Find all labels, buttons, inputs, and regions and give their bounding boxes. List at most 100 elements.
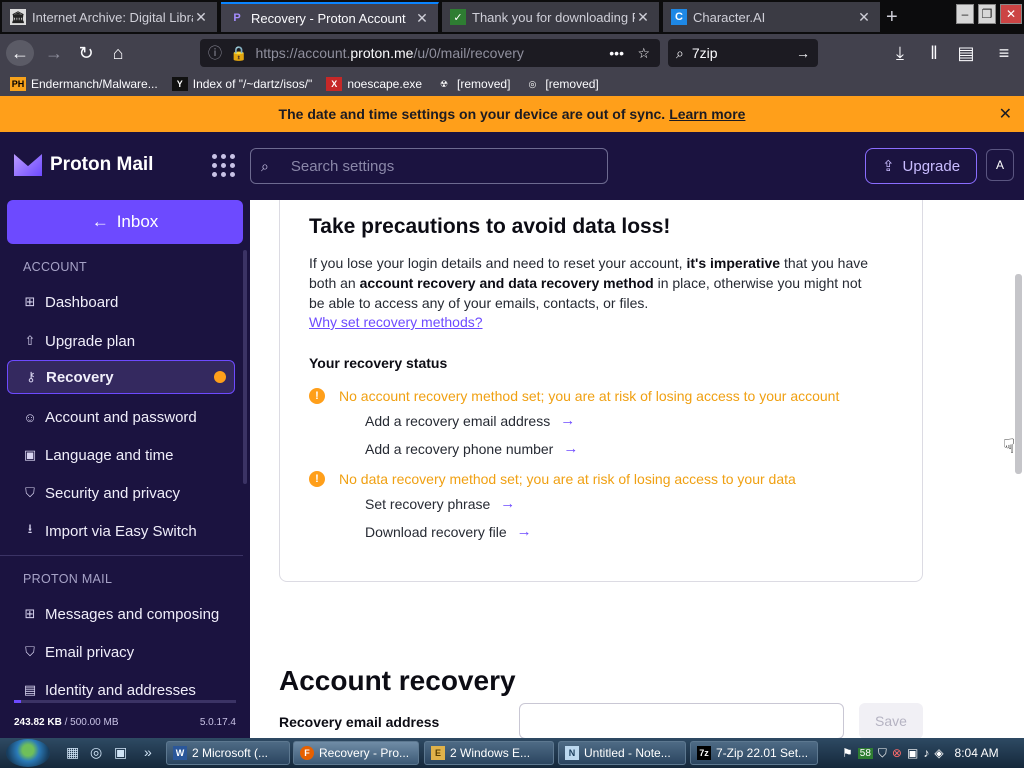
- bookmark-item[interactable]: ☢ [removed]: [436, 77, 510, 91]
- start-button[interactable]: [6, 739, 50, 767]
- reload-button[interactable]: ↻: [72, 40, 100, 66]
- close-icon[interactable]: ✕: [999, 104, 1012, 124]
- sidebar-item-language-time[interactable]: ▣ Language and time: [7, 438, 235, 472]
- back-arrow-icon: ←: [91, 212, 109, 231]
- tray-network-icon[interactable]: ▣: [907, 746, 918, 760]
- sidebar-item-recovery[interactable]: ⚷ Recovery: [7, 360, 235, 394]
- bookmark-label: noescape.exe: [347, 77, 423, 91]
- tab-internet-archive[interactable]: 🏛 Internet Archive: Digital Libra ✕: [2, 2, 218, 32]
- warning-icon: !: [309, 471, 325, 487]
- import-icon: ⭳: [27, 521, 33, 536]
- taskbar-button-explorer[interactable]: E 2 Windows E...: [424, 741, 554, 765]
- upgrade-button[interactable]: ⇪ Upgrade: [865, 148, 977, 184]
- tray-block-icon[interactable]: ⊗: [892, 746, 902, 760]
- warning-dot: [214, 371, 226, 383]
- bookmark-item[interactable]: PH Endermanch/Malware...: [10, 77, 158, 91]
- show-desktop-icon[interactable]: ▦: [66, 744, 79, 761]
- save-button[interactable]: Save: [859, 703, 923, 738]
- new-tab-button[interactable]: +: [886, 6, 898, 29]
- sidebar-item-email-privacy[interactable]: ⛉ Email privacy: [7, 635, 235, 669]
- settings-search-input[interactable]: ⌕ Search settings: [250, 148, 608, 184]
- sidebar-item-label: Dashboard: [45, 293, 119, 311]
- learn-more-link[interactable]: Learn more: [669, 106, 745, 122]
- tab-character-ai[interactable]: C Character.AI ✕: [663, 2, 881, 32]
- arrow-right-icon: →: [563, 440, 579, 457]
- browser-tab-strip: 🏛 Internet Archive: Digital Libra ✕ P Re…: [0, 0, 1024, 34]
- proton-mail-logo[interactable]: Proton Mail: [14, 154, 153, 176]
- back-button[interactable]: ←: [6, 40, 34, 66]
- recovery-warning-card: Take precautions to avoid data loss! If …: [279, 200, 923, 582]
- upgrade-label: Upgrade: [902, 157, 961, 175]
- home-button[interactable]: ⌂: [104, 40, 132, 66]
- computer-quicklaunch-icon[interactable]: ▣: [114, 744, 127, 761]
- sidebar-item-import[interactable]: ⭳ Import via Easy Switch: [7, 514, 235, 548]
- search-go-icon[interactable]: →: [796, 45, 810, 61]
- menu-icon[interactable]: ≡: [990, 40, 1018, 66]
- tray-flag-icon[interactable]: ⚑: [842, 746, 853, 760]
- minimize-button[interactable]: –: [956, 4, 974, 24]
- section-title-proton-mail: PROTON MAIL: [23, 572, 113, 586]
- add-recovery-email-link[interactable]: Add a recovery email address →: [365, 412, 575, 429]
- library-icon[interactable]: ‖: [920, 40, 948, 66]
- tab-download-thanks[interactable]: ✓ Thank you for downloading F ✕: [442, 2, 660, 32]
- avatar[interactable]: A: [986, 149, 1014, 181]
- taskbar-button-word[interactable]: W 2 Microsoft (...: [166, 741, 290, 765]
- sidebar-item-dashboard[interactable]: ⊞ Dashboard: [7, 285, 235, 319]
- close-tab-icon[interactable]: ✕: [856, 9, 872, 26]
- sidebar-toggle-icon[interactable]: ▤: [952, 40, 980, 66]
- why-recovery-link[interactable]: Why set recovery methods?: [309, 314, 483, 330]
- page-actions-icon[interactable]: •••: [609, 45, 624, 61]
- tray-volume-icon[interactable]: ♪: [923, 746, 929, 760]
- arrow-right-icon: →: [560, 412, 576, 429]
- tab-proton-recovery[interactable]: P Recovery - Proton Account ✕: [221, 2, 439, 32]
- clock[interactable]: 8:04 AM: [955, 746, 999, 760]
- browser-quicklaunch-icon[interactable]: ◎: [90, 744, 102, 761]
- sidebar-item-security-privacy[interactable]: ⛉ Security and privacy: [7, 476, 235, 510]
- proton-logo-icon: [14, 154, 42, 176]
- download-recovery-file-link[interactable]: Download recovery file →: [365, 523, 532, 540]
- sidebar-item-upgrade-plan[interactable]: ⇧ Upgrade plan: [7, 324, 235, 358]
- sidebar-item-label: Messages and composing: [45, 605, 220, 623]
- desc-part: If you lose your login details and need …: [309, 255, 683, 271]
- sidebar-scrollbar[interactable]: [243, 250, 247, 484]
- sidebar-item-messages-composing[interactable]: ⊞ Messages and composing: [7, 597, 235, 631]
- taskbar-button-notepad[interactable]: N Untitled - Note...: [558, 741, 686, 765]
- url-host: proton.me: [350, 45, 414, 61]
- tray-shield-icon[interactable]: ⛉: [878, 746, 887, 761]
- inbox-button[interactable]: ← Inbox: [7, 200, 243, 244]
- sidebar-item-label: Email privacy: [45, 643, 135, 661]
- recovery-email-field[interactable]: [519, 703, 844, 738]
- close-tab-icon[interactable]: ✕: [635, 9, 651, 26]
- close-tab-icon[interactable]: ✕: [193, 9, 209, 26]
- maximize-button[interactable]: ❐: [978, 4, 996, 24]
- warning-text: No data recovery method set; you are at …: [339, 471, 796, 487]
- sidebar-item-label: Recovery: [46, 368, 114, 386]
- bookmark-icon: PH: [10, 77, 26, 91]
- bookmark-item[interactable]: Xnoescape.exe: [326, 77, 422, 91]
- forward-button[interactable]: →: [40, 40, 68, 66]
- info-icon[interactable]: ⓘ: [208, 43, 222, 63]
- taskbar-button-7zip[interactable]: 7z 7-Zip 22.01 Set...: [690, 741, 818, 765]
- tray-badge[interactable]: 58: [857, 747, 873, 759]
- folder-icon: E: [431, 746, 445, 760]
- bookmark-item[interactable]: Y Index of "/~dartz/isos/": [171, 77, 312, 91]
- bookmark-item[interactable]: ◎ [removed]: [524, 77, 598, 91]
- link-label: Add a recovery email address: [365, 412, 551, 429]
- tray-misc-icon[interactable]: ◈: [934, 746, 943, 760]
- add-recovery-phone-link[interactable]: Add a recovery phone number →: [365, 440, 578, 457]
- taskbar-button-firefox[interactable]: F Recovery - Pro...: [293, 741, 419, 765]
- downloads-icon[interactable]: ⤓: [886, 40, 914, 66]
- close-window-button[interactable]: ✕: [1000, 4, 1022, 24]
- taskbar-label: 2 Windows E...: [450, 746, 531, 760]
- bookmark-icon: ☢: [440, 78, 449, 89]
- bookmark-star-icon[interactable]: ☆: [637, 45, 650, 62]
- main-scrollbar[interactable]: [1015, 274, 1022, 474]
- search-icon: ⌕: [676, 44, 684, 61]
- url-bar[interactable]: ⓘ 🔒 https://account. proton.me/u/0/mail/r…: [200, 39, 660, 67]
- app-switcher-icon[interactable]: [212, 154, 235, 177]
- quicklaunch-overflow-icon[interactable]: »: [144, 744, 152, 760]
- search-bar[interactable]: ⌕ 7zip →: [668, 39, 818, 67]
- set-recovery-phrase-link[interactable]: Set recovery phrase →: [365, 495, 515, 512]
- close-tab-icon[interactable]: ✕: [414, 10, 430, 27]
- sidebar-item-account-password[interactable]: ☺ Account and password: [7, 400, 235, 434]
